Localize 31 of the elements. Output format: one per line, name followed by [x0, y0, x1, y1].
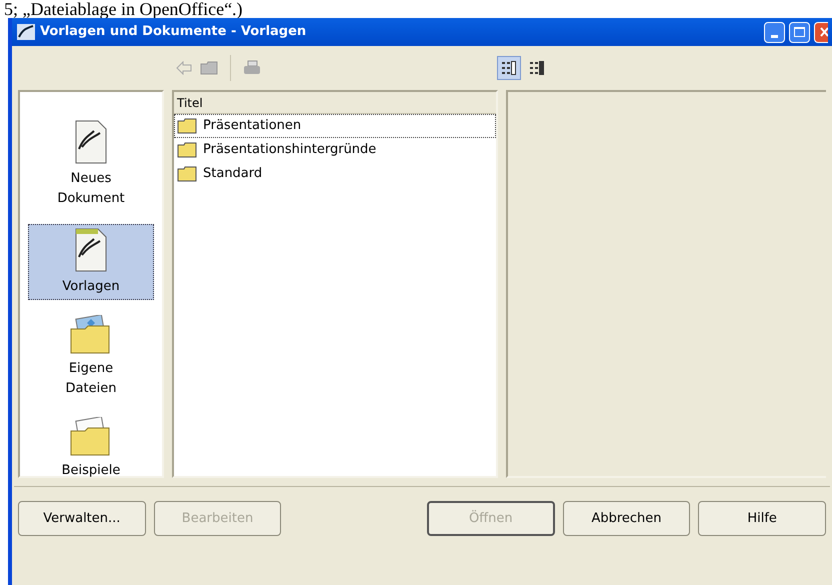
preview-view-icon	[529, 60, 545, 76]
sidebar-item[interactable]: Neues Dokument	[28, 116, 154, 212]
window-title: Vorlagen und Dokumente - Vorlagen	[40, 23, 306, 42]
sidebar-item[interactable]: Beispiele	[28, 414, 154, 484]
caption-text: 5; „Dateiablage in OpenOffice“.)	[3, 0, 244, 18]
minimize-icon	[771, 34, 778, 38]
sidebar-item[interactable]: Vorlagen	[28, 224, 154, 300]
folder-icon	[177, 118, 197, 134]
document-icon	[74, 227, 108, 273]
folder-name: Standard	[203, 165, 262, 184]
file-list-row[interactable]: Präsentationen	[174, 114, 496, 138]
maximize-icon	[794, 27, 805, 37]
dialog-button[interactable]: Hilfe	[698, 501, 826, 536]
view-toggle-button[interactable]	[497, 56, 521, 80]
document-icon	[74, 119, 108, 165]
close-button[interactable]	[814, 22, 828, 42]
minimize-button[interactable]	[764, 22, 785, 42]
maximize-button[interactable]	[789, 22, 810, 42]
sidebar-item[interactable]: Eigene Dateien	[28, 312, 154, 402]
folder-icon	[177, 166, 197, 182]
column-header[interactable]: Titel	[174, 92, 496, 114]
dialog-button[interactable]: Verwalten...	[18, 501, 146, 536]
file-list-row[interactable]: Präsentationshintergründe	[174, 138, 496, 162]
details-view-icon	[501, 60, 517, 76]
folder-name: Präsentationshintergründe	[203, 141, 376, 160]
app-logo-icon	[16, 23, 36, 41]
file-list-row[interactable]: Standard	[174, 162, 496, 186]
folder-name: Präsentationen	[203, 117, 302, 136]
close-icon	[820, 27, 828, 37]
folder-icon	[177, 142, 197, 158]
dialog-button[interactable]: Abbrechen	[562, 501, 690, 536]
